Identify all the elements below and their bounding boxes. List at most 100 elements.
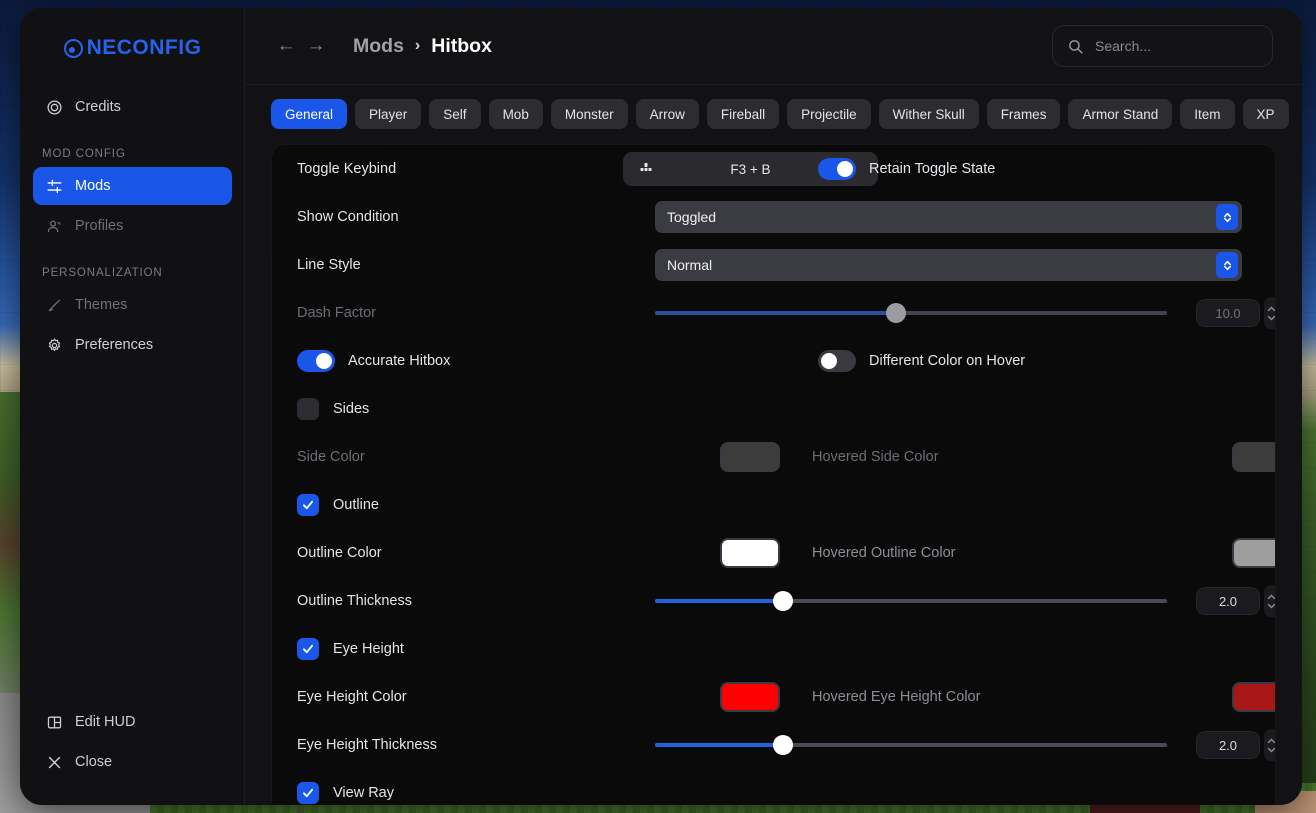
sidebar-item-label: Close [75,754,113,770]
outline-group: Outline [288,494,379,516]
tab-monster[interactable]: Monster [550,99,628,129]
tab-armor-stand[interactable]: Armor Stand [1068,99,1173,129]
gear-icon [45,336,63,354]
slider-thumb[interactable] [885,303,906,323]
show-condition-dropdown[interactable]: Toggled [655,201,1242,233]
sidebar-item-credits[interactable]: Credits [33,88,232,126]
slider-thumb[interactable] [773,591,793,611]
tab-item[interactable]: Item [1180,99,1235,129]
sidebar-item-label: Mods [75,178,111,194]
breadcrumb-parent[interactable]: Mods [353,35,404,58]
setting-row-outline: Outline [288,481,1259,529]
hovered-side-color-label: Hovered Side Color [812,449,939,465]
chevron-updown-icon[interactable] [1216,204,1238,230]
different-color-on-hover-group: Different Color on Hover [818,350,1025,372]
tab-general[interactable]: General [271,99,348,129]
slider-fill [655,311,896,315]
eye-height-group: Eye Height [288,638,404,660]
hovered-outline-color-label: Hovered Outline Color [812,545,956,561]
tab-frames[interactable]: Frames [986,99,1061,129]
setting-label: Dash Factor [297,305,376,321]
sidebar-group-label: PERSONALIZATION [42,267,163,279]
profiles-icon [45,217,63,235]
brand-logo: NECONFIG [20,8,245,88]
arrow-right-icon[interactable]: → [301,31,331,61]
eye-height-thickness-stepper[interactable]: 2.0 [1196,729,1275,761]
tab-projectile[interactable]: Projectile [787,99,871,129]
stepper-arrows[interactable] [1264,585,1275,617]
eye-height-color-swatch[interactable] [720,682,780,712]
sidebar: NECONFIG Credits MOD CONFIG Mods Profile… [20,8,245,805]
sides-checkbox[interactable] [297,398,319,420]
setting-row-line-style: Line Style Normal [288,241,1259,289]
dash-factor-slider[interactable] [655,302,1167,324]
outline-thickness-slider[interactable] [655,590,1167,612]
different-color-on-hover-label: Different Color on Hover [869,353,1026,369]
side-color-swatch[interactable] [720,442,780,472]
eye-height-thickness-slider[interactable] [655,734,1167,756]
credits-icon [45,98,63,116]
hovered-outline-color-swatch[interactable] [1232,538,1275,568]
setting-label: Outline Color [297,545,382,561]
tab-player[interactable]: Player [355,99,422,129]
hovered-eye-height-color-swatch[interactable] [1232,682,1275,712]
tab-xp[interactable]: XP [1242,99,1289,129]
stepper-arrows[interactable] [1264,297,1275,329]
chevron-right-icon: › [414,37,421,54]
line-style-dropdown[interactable]: Normal [655,249,1242,281]
setting-row-accurate-hitbox: Accurate Hitbox Different Color on Hover [288,337,1259,385]
eye-height-thickness-value[interactable]: 2.0 [1196,731,1260,759]
outline-checkbox[interactable] [297,494,319,516]
hovered-side-color-swatch[interactable] [1232,442,1275,472]
sidebar-item-preferences[interactable]: Preferences [33,326,232,364]
dropdown-value: Toggled [667,209,717,225]
sidebar-item-mods[interactable]: Mods [33,167,232,205]
setting-label: Side Color [297,449,365,465]
outline-thickness-value[interactable]: 2.0 [1196,587,1260,615]
outline-thickness-stepper[interactable]: 2.0 [1196,585,1275,617]
dash-factor-value[interactable]: 10.0 [1196,299,1260,327]
eye-height-checkbox[interactable] [297,638,319,660]
tab-bar: General Player Self Mob Monster Arrow Fi… [245,85,1302,144]
sidebar-item-themes[interactable]: Themes [33,286,232,324]
view-ray-group: View Ray [288,782,394,804]
breadcrumb: Mods › Hitbox [353,35,492,58]
outline-color-swatch[interactable] [720,538,780,568]
settings-panel: Toggle Keybind F3 + B Retain Toggle Stat… [271,144,1276,805]
setting-row-view-ray: View Ray [288,769,1259,805]
slider-thumb[interactable] [773,735,793,755]
tab-fireball[interactable]: Fireball [706,99,780,129]
setting-row-outline-thickness: Outline Thickness 2.0 [288,577,1275,625]
hovered-eye-height-color-label: Hovered Eye Height Color [812,689,981,705]
layout-icon [45,713,63,731]
sidebar-item-close[interactable]: Close [33,743,232,781]
dash-factor-stepper[interactable]: 10.0 [1196,297,1275,329]
tab-mob[interactable]: Mob [488,99,543,129]
top-bar: ← → Mods › Hitbox [245,8,1302,85]
different-color-on-hover-switch[interactable] [818,350,856,372]
sidebar-group-personalization: PERSONALIZATION Themes Preferences [20,247,245,366]
close-icon [45,753,63,771]
chevron-updown-icon[interactable] [1216,252,1238,278]
setting-label: Eye Height Color [297,689,407,705]
setting-row-show-condition: Show Condition Toggled [288,193,1259,241]
search-input[interactable] [1095,38,1258,54]
sides-group: Sides [288,398,369,420]
stepper-arrows[interactable] [1264,729,1275,761]
sidebar-item-edit-hud[interactable]: Edit HUD [33,703,232,741]
accurate-hitbox-switch[interactable] [297,350,335,372]
search-box[interactable] [1052,25,1273,67]
sidebar-group-label: MOD CONFIG [42,148,126,160]
dropdown-value: Normal [667,257,713,273]
retain-toggle-state-switch[interactable] [818,158,856,180]
arrow-left-icon[interactable]: ← [271,31,301,61]
sidebar-item-label: Profiles [75,218,124,234]
sidebar-item-label: Edit HUD [75,714,136,730]
tab-arrow[interactable]: Arrow [635,99,699,129]
tab-wither-skull[interactable]: Wither Skull [878,99,979,129]
view-ray-checkbox[interactable] [297,782,319,804]
brush-icon [45,296,63,314]
slider-fill [655,599,783,603]
tab-self[interactable]: Self [429,99,481,129]
sidebar-item-profiles[interactable]: Profiles [33,207,232,245]
